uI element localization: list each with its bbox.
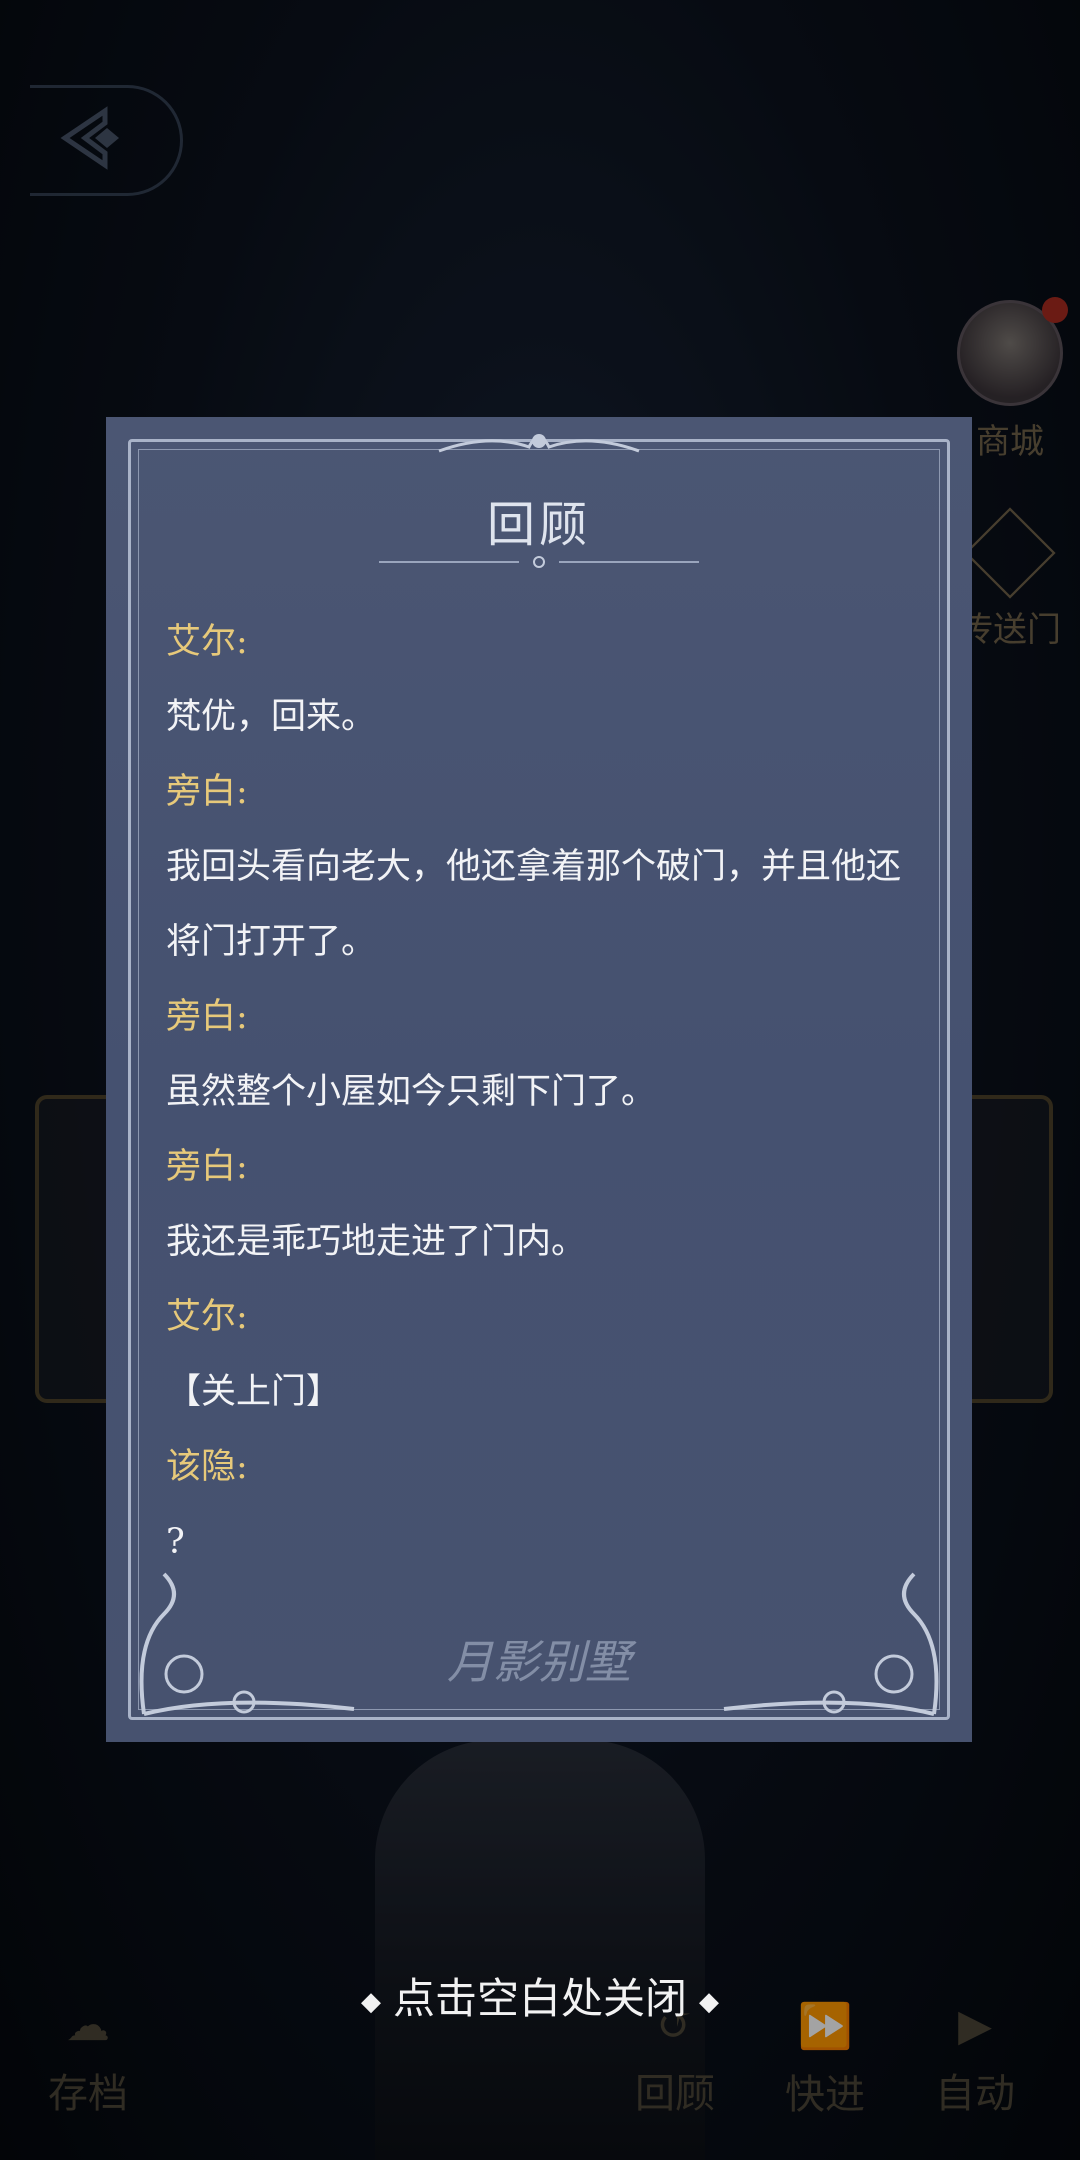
speaker-name: 该隐:: [166, 1447, 248, 1487]
game-logo-watermark: 月影别墅: [447, 1635, 631, 1689]
speaker-name: 旁白:: [166, 1147, 248, 1187]
close-hint-text: 点击空白处关闭: [392, 1974, 687, 2023]
dialogue-line: 虽然整个小屋如今只剩下门了。: [166, 1072, 657, 1112]
speaker-name: 旁白:: [166, 997, 248, 1037]
dialogue-line: 我还是乖巧地走进了门内。: [166, 1222, 587, 1262]
close-hint[interactable]: ◆ 点击空白处关闭 ◆: [0, 1965, 1080, 2026]
dialogue-log[interactable]: 艾尔: 梵优，回来。 旁白: 我回头看向老大，他还拿着那个破门，并且他还将门打开了。旁…: [166, 605, 926, 1580]
corner-ornament-icon: [723, 1572, 939, 1716]
top-ornament-icon: [438, 434, 640, 453]
diamond-icon: ◆: [360, 1987, 381, 2017]
dialogue-line: 我回头看向老大，他还拿着那个破门，并且他还将门打开了。: [166, 847, 902, 962]
diamond-icon: ◆: [699, 1987, 719, 2017]
speaker-name: 艾尔:: [166, 622, 248, 662]
panel-title: 回顾: [486, 497, 591, 553]
review-panel: 回顾 艾尔: 梵优，回来。 旁白: 我回头看向老大，他还拿着那个破门，并且他还将门打开…: [106, 417, 972, 1742]
dialogue-line: 【关上门】: [166, 1372, 342, 1412]
speaker-name: 旁白:: [166, 772, 248, 812]
speaker-name: 艾尔:: [166, 1297, 248, 1337]
dialogue-line: 梵优，回来。: [166, 697, 377, 737]
title-divider: [379, 556, 699, 568]
corner-ornament-icon: [139, 1572, 355, 1716]
